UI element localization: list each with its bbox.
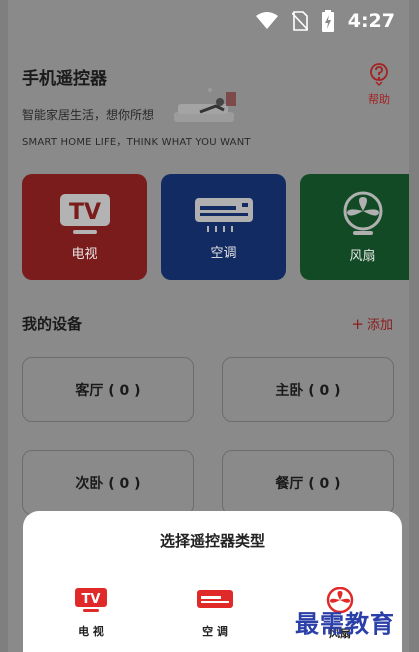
help-label: 帮助	[368, 93, 390, 106]
no-sim-icon	[291, 11, 308, 31]
room-living-room[interactable]: 客厅 ( 0 )	[22, 357, 194, 422]
sheet-option-tv[interactable]: TV 电 视	[61, 587, 121, 639]
plus-icon: +	[351, 315, 364, 333]
help-icon	[370, 63, 388, 86]
category-ac-card[interactable]: 空调	[161, 174, 286, 280]
svg-text:TV: TV	[68, 200, 100, 225]
sofa-illustration	[174, 88, 236, 122]
sheet-title: 选择遥控器类型	[159, 532, 265, 550]
tv-icon: TV	[75, 588, 107, 612]
tagline: 智能家居生活，想你所想	[22, 108, 155, 122]
category-fan-card[interactable]: 风扇	[300, 174, 409, 280]
air-conditioner-icon	[194, 197, 253, 232]
status-bar: 4:27	[8, 0, 409, 42]
add-device-label: 添加	[366, 318, 393, 333]
tv-icon: TV	[59, 193, 110, 234]
battery-charging-icon	[321, 10, 334, 32]
room-master-bedroom[interactable]: 主卧 ( 0 )	[222, 357, 394, 422]
watermark: 最需教育	[295, 609, 395, 638]
air-conditioner-icon	[197, 590, 233, 608]
category-label: 电视	[71, 246, 98, 262]
clock: 4:27	[347, 10, 395, 32]
category-tv-card[interactable]: TV 电视	[22, 174, 147, 280]
svg-text:TV: TV	[82, 592, 101, 607]
sheet-option-label: 空 调	[202, 625, 228, 638]
wifi-icon	[255, 12, 278, 30]
room-second-bedroom[interactable]: 次卧 ( 0 )	[22, 450, 194, 515]
category-label: 空调	[210, 245, 237, 261]
device-grid: 客厅 ( 0 ) 主卧 ( 0 ) 次卧 ( 0 ) 餐厅 ( 0 )	[22, 357, 394, 515]
sheet-option-ac[interactable]: 空 调	[185, 587, 245, 639]
help-button[interactable]: 帮助	[366, 62, 392, 107]
add-device-button[interactable]: + 添加	[351, 314, 393, 333]
tagline-english: SMART HOME LIFE，THINK WHAT YOU WANT	[22, 137, 251, 148]
remote-categories: TV 电视 空调 风扇	[22, 174, 409, 280]
sheet-option-label: 电 视	[78, 625, 104, 638]
category-label: 风扇	[349, 248, 376, 264]
app-screen: 4:27 手机遥控器 帮助 智能家居生活，想你所想 SMART HOME LIF…	[8, 0, 409, 652]
page-title: 手机遥控器	[22, 69, 107, 89]
my-devices-title: 我的设备	[22, 315, 83, 333]
fan-icon	[343, 191, 382, 235]
room-dining-room[interactable]: 餐厅 ( 0 )	[222, 450, 394, 515]
